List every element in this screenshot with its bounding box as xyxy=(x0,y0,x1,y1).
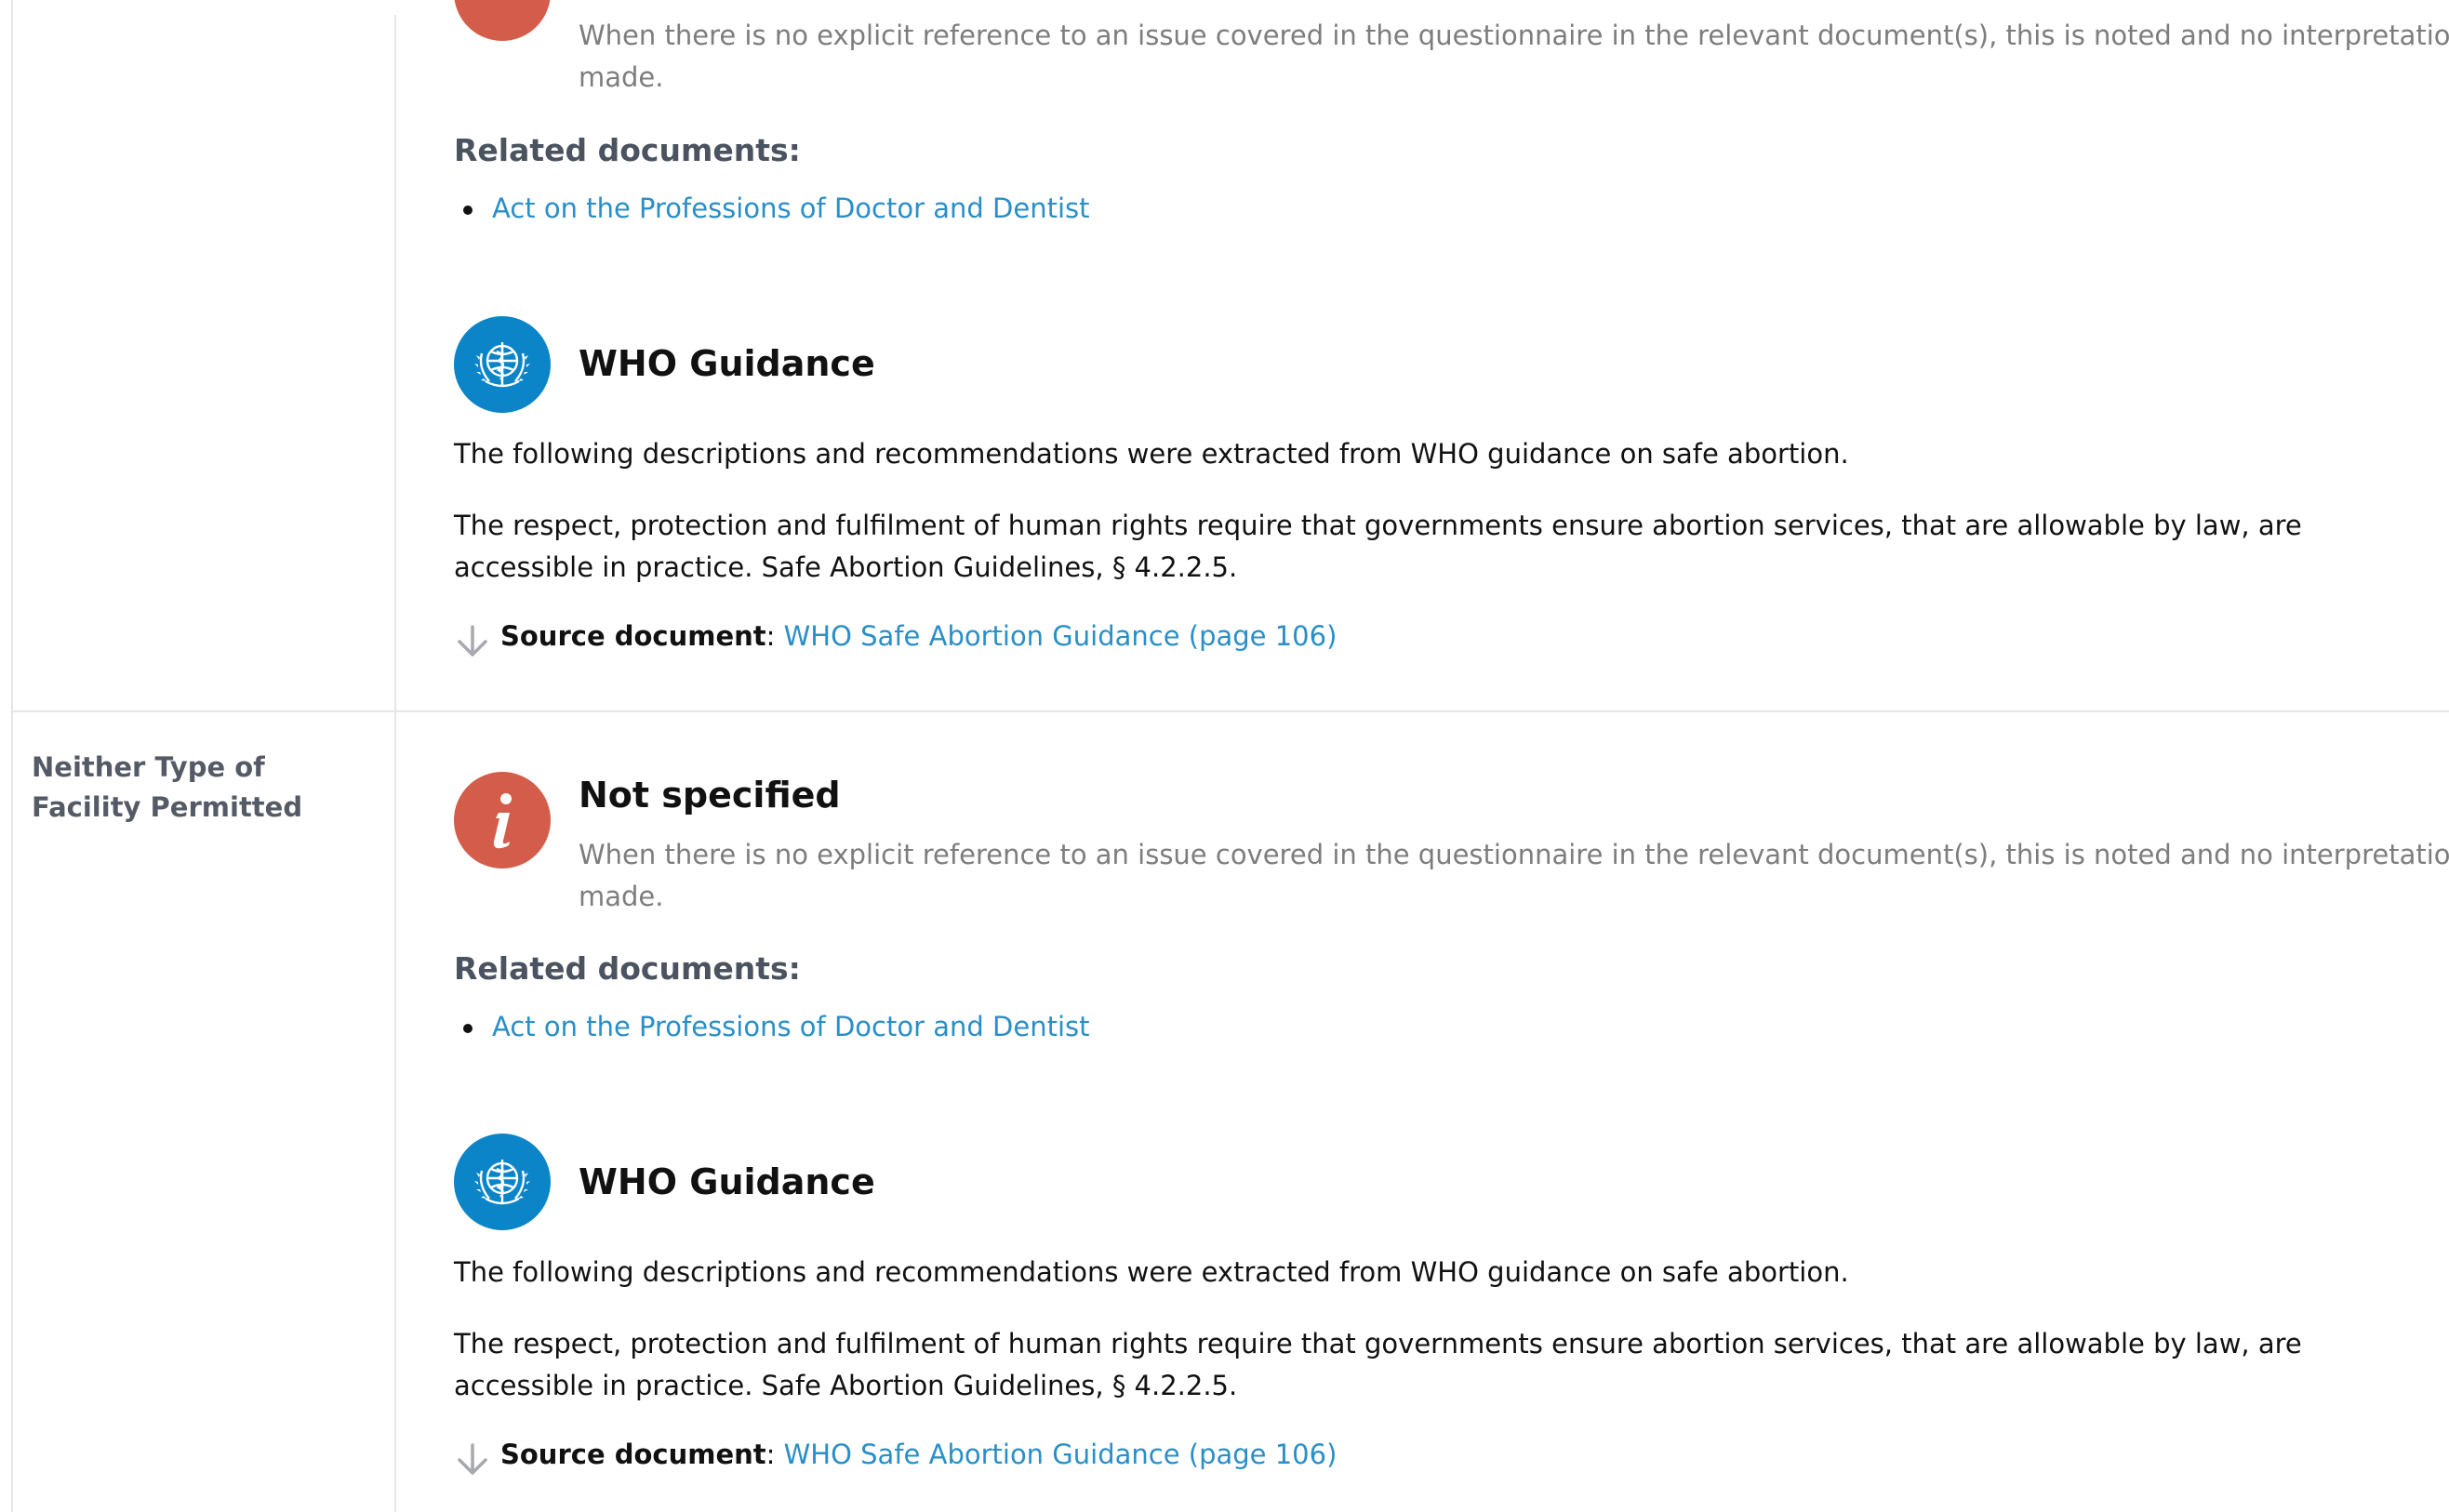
source-document-link[interactable]: WHO Safe Abortion Guidance (page 106) xyxy=(784,620,1338,652)
source-document-label: Source document xyxy=(500,1439,766,1470)
related-document-link[interactable]: Act on the Professions of Doctor and Den… xyxy=(492,1011,1089,1042)
related-documents-list: Act on the Professions of Doctor and Den… xyxy=(454,190,1089,227)
policy-table: When there is no explicit reference to a… xyxy=(11,0,2449,1512)
who-guidance-title: WHO Guidance xyxy=(579,1161,875,1202)
list-item: Act on the Professions of Doctor and Den… xyxy=(454,190,1089,227)
status-title: Not specified xyxy=(579,775,841,816)
column-divider xyxy=(394,15,396,1512)
row-label: Neither Type of Facility Permitted xyxy=(32,751,303,823)
arrow-down-icon xyxy=(458,625,487,657)
related-document-link[interactable]: Act on the Professions of Doctor and Den… xyxy=(492,192,1089,224)
info-icon xyxy=(454,772,551,869)
related-documents-list: Act on the Professions of Doctor and Den… xyxy=(454,1008,1089,1045)
notice-text: When there is no explicit reference to a… xyxy=(579,20,2449,93)
source-document-label: Source document xyxy=(500,620,766,652)
notice-text: When there is no explicit reference to a… xyxy=(579,839,2449,912)
row-divider xyxy=(13,710,2449,712)
who-guidance-intro: The following descriptions and recommend… xyxy=(454,438,1849,470)
who-guidance-text: The respect, protection and fulfilment o… xyxy=(454,510,2302,583)
source-document-link[interactable]: WHO Safe Abortion Guidance (page 106) xyxy=(784,1439,1338,1470)
list-item: Act on the Professions of Doctor and Den… xyxy=(454,1008,1089,1045)
related-documents-heading: Related documents: xyxy=(454,132,801,168)
who-emblem-icon xyxy=(454,1134,551,1230)
who-guidance-intro: The following descriptions and recommend… xyxy=(454,1256,1849,1288)
who-emblem-icon xyxy=(454,316,551,413)
related-documents-heading: Related documents: xyxy=(454,950,801,987)
who-guidance-title: WHO Guidance xyxy=(579,343,875,384)
arrow-down-icon xyxy=(458,1443,487,1475)
who-guidance-text: The respect, protection and fulfilment o… xyxy=(454,1328,2302,1401)
info-icon xyxy=(454,0,551,41)
